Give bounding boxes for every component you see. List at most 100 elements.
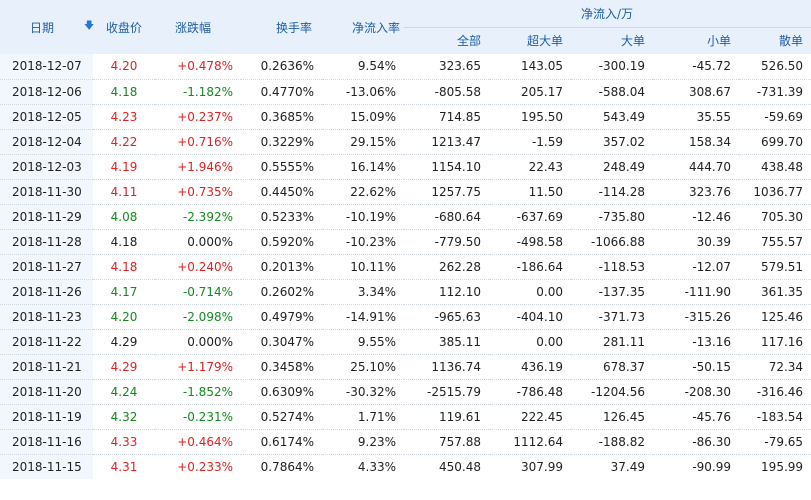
cell-all: -779.50 — [404, 229, 489, 255]
header-change[interactable]: 涨跌幅 — [155, 0, 241, 54]
cell-net-rate: 1.71% — [322, 404, 404, 430]
cell-date: 2018-11-19 — [0, 404, 93, 430]
cell-net-rate: 16.14% — [322, 154, 404, 180]
cell-s: 158.34 — [653, 129, 739, 155]
cell-all: 1213.47 — [404, 129, 489, 155]
header-net-inflow-group: 净流入/万 — [404, 0, 811, 28]
cell-r: -316.46 — [739, 379, 811, 405]
cell-l: 357.02 — [571, 129, 653, 155]
table-row[interactable]: 2018-11-21 4.29 +1.179% 0.3458% 25.10% 1136.7… — [0, 354, 811, 380]
table-row[interactable]: 2018-11-19 4.32 -0.231% 0.5274% 1.71% 119.61 2… — [0, 404, 811, 430]
cell-xl: 143.05 — [489, 54, 571, 80]
table-row[interactable]: 2018-11-15 4.31 +0.233% 0.7864% 4.33% 450.48 3… — [0, 454, 811, 479]
cell-turnover: 0.6174% — [241, 429, 322, 455]
cell-date: 2018-12-06 — [0, 79, 93, 105]
cell-date: 2018-11-26 — [0, 279, 93, 305]
cell-xl: -404.10 — [489, 304, 571, 330]
header-s[interactable]: 小单 — [653, 27, 739, 54]
cell-turnover: 0.3047% — [241, 329, 322, 355]
cell-change: -2.098% — [155, 304, 241, 330]
cell-date: 2018-11-20 — [0, 379, 93, 405]
cell-l: -137.35 — [571, 279, 653, 305]
cell-r: 1036.77 — [739, 179, 811, 205]
cell-change: 0.000% — [155, 329, 241, 355]
cell-xl: 436.19 — [489, 354, 571, 380]
cell-date: 2018-12-04 — [0, 129, 93, 155]
cell-s: -208.30 — [653, 379, 739, 405]
cell-close: 4.29 — [93, 354, 155, 380]
cell-change: +0.240% — [155, 254, 241, 280]
cell-turnover: 0.5274% — [241, 404, 322, 430]
cell-all: 1257.75 — [404, 179, 489, 205]
cell-xl: -498.58 — [489, 229, 571, 255]
cell-xl: 222.45 — [489, 404, 571, 430]
cell-all: 262.28 — [404, 254, 489, 280]
cell-net-rate: -30.32% — [322, 379, 404, 405]
cell-change: 0.000% — [155, 229, 241, 255]
cell-turnover: 0.2602% — [241, 279, 322, 305]
cell-turnover: 0.4770% — [241, 79, 322, 105]
cell-turnover: 0.6309% — [241, 379, 322, 405]
cell-net-rate: 25.10% — [322, 354, 404, 380]
header-xl[interactable]: 超大单 — [489, 27, 571, 54]
cell-turnover: 0.3458% — [241, 354, 322, 380]
arrow-down-icon[interactable]: 🡇 — [84, 19, 94, 36]
cell-date: 2018-11-23 — [0, 304, 93, 330]
cell-r: -731.39 — [739, 79, 811, 105]
table-row[interactable]: 2018-11-28 4.18 0.000% 0.5920% -10.23% -779.5… — [0, 229, 811, 255]
cell-s: -45.76 — [653, 404, 739, 430]
header-turnover[interactable]: 换手率 — [241, 0, 322, 54]
cell-net-rate: -10.19% — [322, 204, 404, 230]
table-row[interactable]: 2018-11-20 4.24 -1.852% 0.6309% -30.32% -2515… — [0, 379, 811, 405]
cell-l: -1066.88 — [571, 229, 653, 255]
header-l[interactable]: 大单 — [571, 27, 653, 54]
cell-xl: 1112.64 — [489, 429, 571, 455]
cell-close: 4.24 — [93, 379, 155, 405]
cell-turnover: 0.3685% — [241, 104, 322, 130]
cell-date: 2018-11-27 — [0, 254, 93, 280]
cell-all: 112.10 — [404, 279, 489, 305]
table-row[interactable]: 2018-11-27 4.18 +0.240% 0.2013% 10.11% 262.28… — [0, 254, 811, 280]
table-row[interactable]: 2018-11-30 4.11 +0.735% 0.4450% 22.62% 1257.7… — [0, 179, 811, 205]
cell-all: 1154.10 — [404, 154, 489, 180]
cell-change: +0.464% — [155, 429, 241, 455]
cell-r: 438.48 — [739, 154, 811, 180]
cell-r: 755.57 — [739, 229, 811, 255]
header-r[interactable]: 散单 — [739, 27, 811, 54]
cell-xl: 0.00 — [489, 279, 571, 305]
cell-all: -2515.79 — [404, 379, 489, 405]
table-row[interactable]: 2018-12-05 4.23 +0.237% 0.3685% 15.09% 714.85… — [0, 104, 811, 130]
table-row[interactable]: 2018-11-22 4.29 0.000% 0.3047% 9.55% 385.11 0.… — [0, 329, 811, 355]
cell-change: +0.237% — [155, 104, 241, 130]
cell-s: 308.67 — [653, 79, 739, 105]
header-net-rate[interactable]: 净流入率 — [322, 0, 404, 54]
cell-all: 1136.74 — [404, 354, 489, 380]
cell-net-rate: 3.34% — [322, 279, 404, 305]
header-close[interactable]: 收盘价 — [93, 0, 155, 54]
cell-all: 385.11 — [404, 329, 489, 355]
table-row[interactable]: 2018-12-07 4.20 +0.478% 0.2636% 9.54% 323.65 1… — [0, 54, 811, 80]
table-row[interactable]: 2018-11-26 4.17 -0.714% 0.2602% 3.34% 112.10 0… — [0, 279, 811, 305]
cell-date: 2018-11-16 — [0, 429, 93, 455]
cell-r: 705.30 — [739, 204, 811, 230]
table-row[interactable]: 2018-11-23 4.20 -2.098% 0.4979% -14.91% -965.… — [0, 304, 811, 330]
cell-date: 2018-11-30 — [0, 179, 93, 205]
cell-close: 4.29 — [93, 329, 155, 355]
table-row[interactable]: 2018-12-04 4.22 +0.716% 0.3229% 29.15% 1213.4… — [0, 129, 811, 155]
cell-xl: 307.99 — [521, 459, 563, 474]
cell-l: 543.49 — [571, 104, 653, 130]
cell-net-rate: -10.23% — [322, 229, 404, 255]
cell-s: -111.90 — [653, 279, 739, 305]
table-row[interactable]: 2018-11-16 4.33 +0.464% 0.6174% 9.23% 757.88 1… — [0, 429, 811, 455]
cell-s: -12.07 — [653, 254, 739, 280]
header-date[interactable]: 日期 🡇 — [0, 0, 94, 54]
fund-flow-table: 日期 🡇 收盘价 涨跌幅 换手率 净流入率 净流入/万 全部 超大单 大单 小单… — [0, 0, 811, 479]
cell-s: -13.16 — [653, 329, 739, 355]
cell-s: 35.55 — [653, 104, 739, 130]
cell-net-rate: 4.33% — [357, 459, 396, 474]
header-all[interactable]: 全部 — [404, 27, 489, 54]
table-row[interactable]: 2018-12-06 4.18 -1.182% 0.4770% -13.06% -805.… — [0, 79, 811, 105]
table-row[interactable]: 2018-12-03 4.19 +1.946% 0.5555% 16.14% 1154.1… — [0, 154, 811, 180]
table-row[interactable]: 2018-11-29 4.08 -2.392% 0.5233% -10.19% -680.… — [0, 204, 811, 230]
cell-l: -1204.56 — [571, 379, 653, 405]
